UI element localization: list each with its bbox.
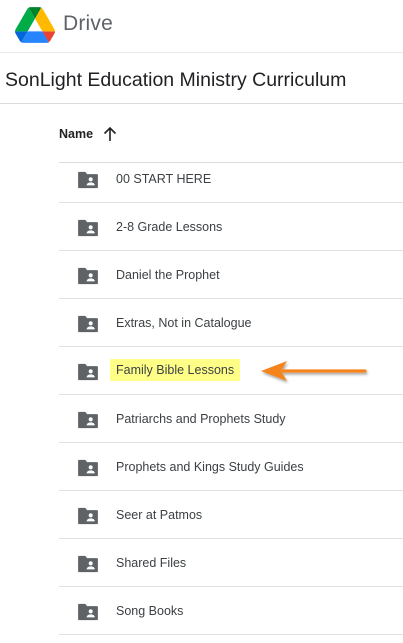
shared-folder-icon xyxy=(78,267,98,285)
list-item-label: 2-8 Grade Lessons xyxy=(116,220,223,234)
list-item-label: Patriarchs and Prophets Study xyxy=(116,412,286,426)
shared-folder-icon xyxy=(78,363,98,381)
app-header: Drive xyxy=(0,0,403,52)
file-list: 00 START HERE 2-8 Grade Lessons Daniel the… xyxy=(59,155,403,635)
shared-folder-icon xyxy=(78,171,98,189)
folder-title-bar: SonLight Education Ministry Curriculum xyxy=(0,52,403,104)
list-item[interactable]: Prophets and Kings Study Guides xyxy=(59,443,403,491)
shared-folder-icon xyxy=(78,507,98,525)
shared-folder-icon xyxy=(78,603,98,621)
list-item[interactable]: Extras, Not in Catalogue xyxy=(59,299,403,347)
shared-folder-icon xyxy=(78,411,98,429)
list-item-label: Shared Files xyxy=(116,556,187,570)
list-item[interactable]: Patriarchs and Prophets Study xyxy=(59,395,403,443)
list-item-label: Daniel the Prophet xyxy=(116,268,220,282)
annotation-arrow xyxy=(261,361,367,381)
list-item[interactable]: 2-8 Grade Lessons xyxy=(59,203,403,251)
column-header-name[interactable]: Name xyxy=(59,127,93,141)
shared-folder-icon xyxy=(78,315,98,333)
list-item-label: 00 START HERE xyxy=(116,172,212,186)
page-title: SonLight Education Ministry Curriculum xyxy=(5,69,347,91)
arrow-up-icon[interactable] xyxy=(103,126,117,142)
list-item-label: Song Books xyxy=(116,604,184,618)
shared-folder-icon xyxy=(78,219,98,237)
list-item-label: Extras, Not in Catalogue xyxy=(116,316,252,330)
list-item-label: Prophets and Kings Study Guides xyxy=(116,460,304,474)
list-item[interactable]: Seer at Patmos xyxy=(59,491,403,539)
google-drive-logo[interactable] xyxy=(15,7,55,43)
list-item-label: Seer at Patmos xyxy=(116,508,203,522)
list-item[interactable]: Shared Files xyxy=(59,539,403,587)
shared-folder-icon xyxy=(78,555,98,573)
app-brand[interactable]: Drive xyxy=(63,12,113,36)
shared-folder-icon xyxy=(78,459,98,477)
list-item[interactable]: 00 START HERE xyxy=(59,155,403,203)
list-item[interactable]: Song Books xyxy=(59,587,403,635)
list-item[interactable]: Daniel the Prophet xyxy=(59,251,403,299)
highlighted-item-label: Family Bible Lessons xyxy=(110,359,241,381)
